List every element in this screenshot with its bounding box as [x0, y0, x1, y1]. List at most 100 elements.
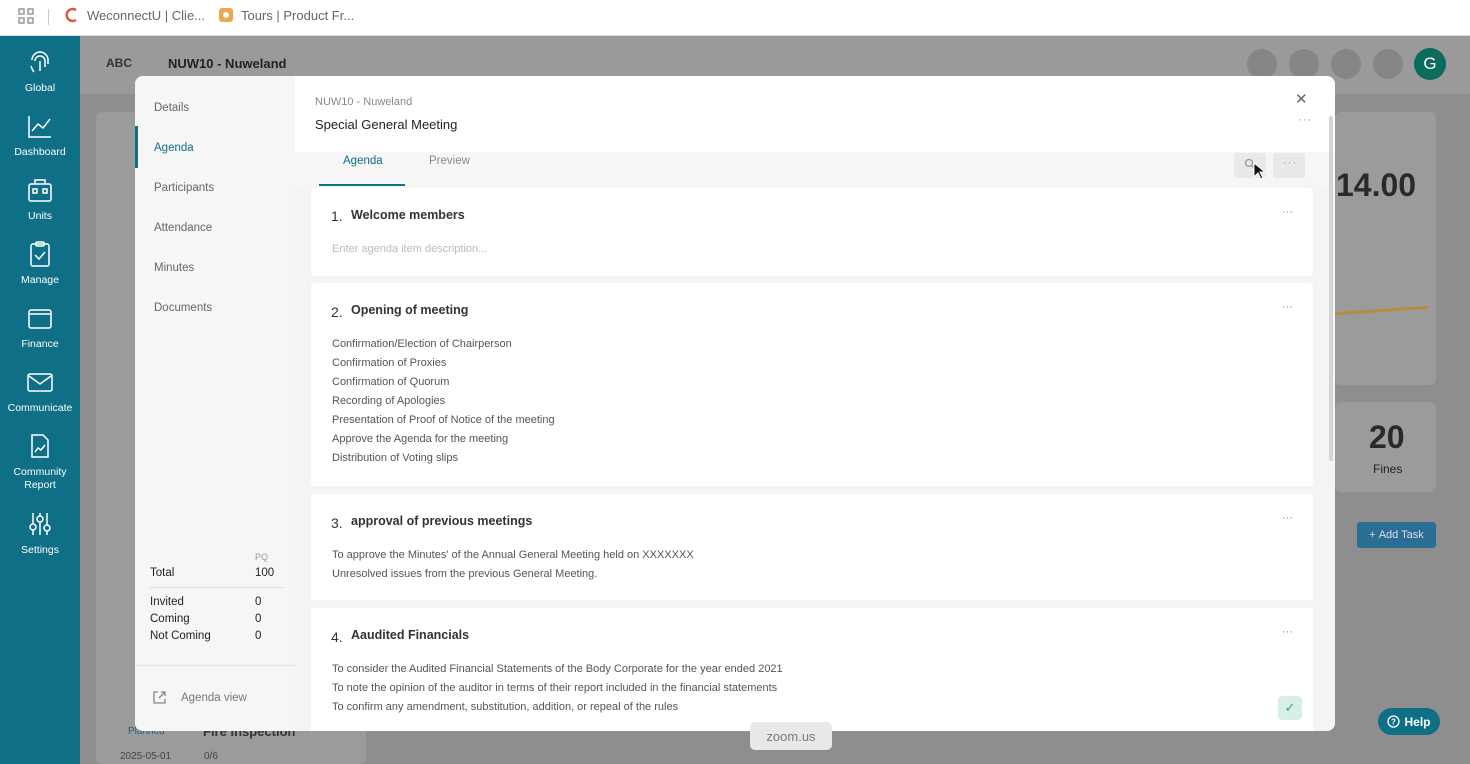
nav-attendance[interactable]: Attendance [154, 222, 212, 234]
stats-coming-value: 0 [255, 613, 262, 625]
agenda-line: Confirmation of Quorum [332, 376, 450, 388]
meeting-modal: Details Agenda Participants Attendance M… [135, 76, 1335, 731]
browser-tab-bar: WeconnectU | Clie... Tours | Product Fr.… [0, 0, 1470, 36]
clipboard-check-icon [30, 241, 50, 267]
tab-agenda[interactable]: Agenda [343, 155, 383, 167]
agenda-line: Unresolved issues from the previous Gene… [332, 568, 598, 580]
breadcrumb: NUW10 - Nuweland [315, 96, 413, 108]
browser-tab-tours[interactable]: Tours | Product Fr... [218, 0, 354, 30]
sidebar-item-communicate[interactable]: Communicate [0, 368, 80, 415]
agenda-line: To approve the Minutes' of the Annual Ge… [332, 549, 694, 561]
sidebar-item-manage[interactable]: Manage [0, 240, 80, 287]
stats-invited-label: Invited [150, 596, 184, 608]
main-sidebar: Global Dashboard Units Manage Finance Co… [0, 36, 80, 764]
avatar[interactable]: G [1414, 48, 1446, 80]
toolbar-more-button[interactable]: ··· [1273, 153, 1305, 178]
agenda-item-title[interactable]: Opening of meeting [351, 303, 468, 317]
sidebar-item-dashboard[interactable]: Dashboard [0, 112, 80, 159]
tab-active-indicator [319, 184, 405, 186]
sidebar-item-finance[interactable]: Finance [0, 304, 80, 351]
agenda-item-number: 4. [331, 629, 343, 645]
agenda-line: To consider the Audited Financial Statem… [332, 663, 783, 675]
check-icon[interactable]: ✓ [1278, 696, 1302, 720]
agenda-item-number: 2. [331, 304, 343, 320]
mail-icon [27, 373, 53, 392]
bell-icon[interactable] [1289, 49, 1319, 79]
agenda-item-menu-icon[interactable]: ··· [1282, 206, 1293, 218]
more-options-icon[interactable]: ··· [1298, 114, 1312, 126]
tours-logo-icon [219, 8, 233, 22]
browser-tab-label: Tours | Product Fr... [241, 7, 355, 23]
home-icon[interactable] [1373, 49, 1403, 79]
nav-minutes[interactable]: Minutes [154, 262, 194, 274]
task-progress: 0/6 [204, 751, 218, 762]
big-number: 14.00 [1336, 167, 1417, 203]
scrollbar[interactable] [1329, 116, 1333, 461]
agenda-list: 1. Welcome members ··· Enter agenda item… [295, 187, 1335, 731]
agenda-view-link[interactable]: Agenda view [152, 690, 247, 705]
wallet-icon [28, 309, 52, 329]
agenda-item-menu-icon[interactable]: ··· [1282, 626, 1293, 638]
app-logo: ABC [106, 56, 132, 70]
agenda-item[interactable]: 2. Opening of meeting ··· Confirmation/E… [311, 283, 1313, 486]
sidebar-item-settings[interactable]: Settings [0, 510, 80, 557]
agenda-line: Distribution of Voting slips [332, 452, 458, 464]
stats-not-coming-value: 0 [255, 630, 262, 642]
agenda-view-divider [135, 665, 295, 666]
agenda-item[interactable]: 1. Welcome members ··· Enter agenda item… [311, 188, 1313, 276]
modal-main: NUW10 - Nuweland Special General Meeting… [295, 76, 1335, 731]
building-icon [28, 179, 52, 202]
nav-details[interactable]: Details [154, 102, 189, 114]
stats-invited-value: 0 [255, 596, 262, 608]
sidebar-item-global[interactable]: Global [0, 48, 80, 95]
agenda-item-title[interactable]: Aaudited Financials [351, 628, 469, 642]
chart-line-icon [28, 116, 51, 138]
sidebar-item-community-report[interactable]: Community Report [0, 432, 80, 492]
external-link-icon [153, 691, 166, 704]
add-task-button[interactable]: + Add Task [1357, 522, 1436, 548]
help-button[interactable]: ? Help [1378, 708, 1440, 735]
agenda-item-menu-icon[interactable]: ··· [1282, 301, 1293, 313]
sidebar-item-label: Finance [21, 338, 59, 350]
sidebar-item-label: Communicate [7, 402, 73, 414]
page-title: Special General Meeting [315, 117, 458, 132]
more-icon: ··· [1283, 157, 1297, 169]
tab-preview[interactable]: Preview [429, 155, 470, 167]
sliders-icon [29, 513, 51, 535]
close-icon[interactable]: ✕ [1295, 90, 1308, 108]
agenda-item[interactable]: 3. approval of previous meetings ··· To … [311, 494, 1313, 600]
agenda-item[interactable]: 4. Aaudited Financials ··· To consider t… [311, 608, 1313, 731]
calendar-icon[interactable] [1331, 49, 1361, 79]
nav-participants[interactable]: Participants [154, 182, 214, 194]
task-date: 2025-05-01 [120, 751, 172, 762]
agenda-item-menu-icon[interactable]: ··· [1282, 512, 1293, 524]
nav-documents[interactable]: Documents [154, 302, 212, 314]
stats-column-header: PQ [255, 552, 269, 562]
agenda-item-title[interactable]: approval of previous meetings [351, 514, 532, 528]
agenda-line: Recording of Apologies [332, 395, 446, 407]
agenda-item-title[interactable]: Welcome members [351, 208, 465, 222]
agenda-line: To note the opinion of the auditor in te… [332, 682, 778, 694]
stats-coming-label: Coming [150, 613, 190, 625]
agenda-description-input[interactable]: Enter agenda item description... [332, 243, 487, 255]
nav-agenda[interactable]: Agenda [154, 142, 194, 154]
sidebar-item-units[interactable]: Units [0, 176, 80, 223]
app-title: NUW10 - Nuweland [168, 56, 287, 71]
search-icon[interactable] [1247, 49, 1277, 79]
fingerprint-icon [30, 51, 49, 73]
browser-tab-weconnectu[interactable]: WeconnectU | Clie... [64, 0, 205, 30]
sidebar-item-label: Community Report [13, 466, 67, 491]
fines-label: Fines [1373, 462, 1403, 476]
apps-grid-icon[interactable] [18, 8, 34, 24]
agenda-line: Approve the Agenda for the meeting [332, 433, 509, 445]
question-icon: ? [1387, 715, 1401, 728]
zoom-overlay: zoom.us [750, 722, 832, 750]
sidebar-item-label: Manage [21, 274, 59, 286]
browser-tab-label: WeconnectU | Clie... [87, 7, 206, 23]
agenda-item-number: 1. [331, 208, 343, 224]
zoom-label: zoom.us [766, 728, 816, 744]
help-label: Help [1404, 714, 1431, 729]
sidebar-item-label: Units [28, 210, 52, 222]
report-icon [31, 434, 49, 458]
agenda-line: Confirmation of Proxies [332, 357, 447, 369]
